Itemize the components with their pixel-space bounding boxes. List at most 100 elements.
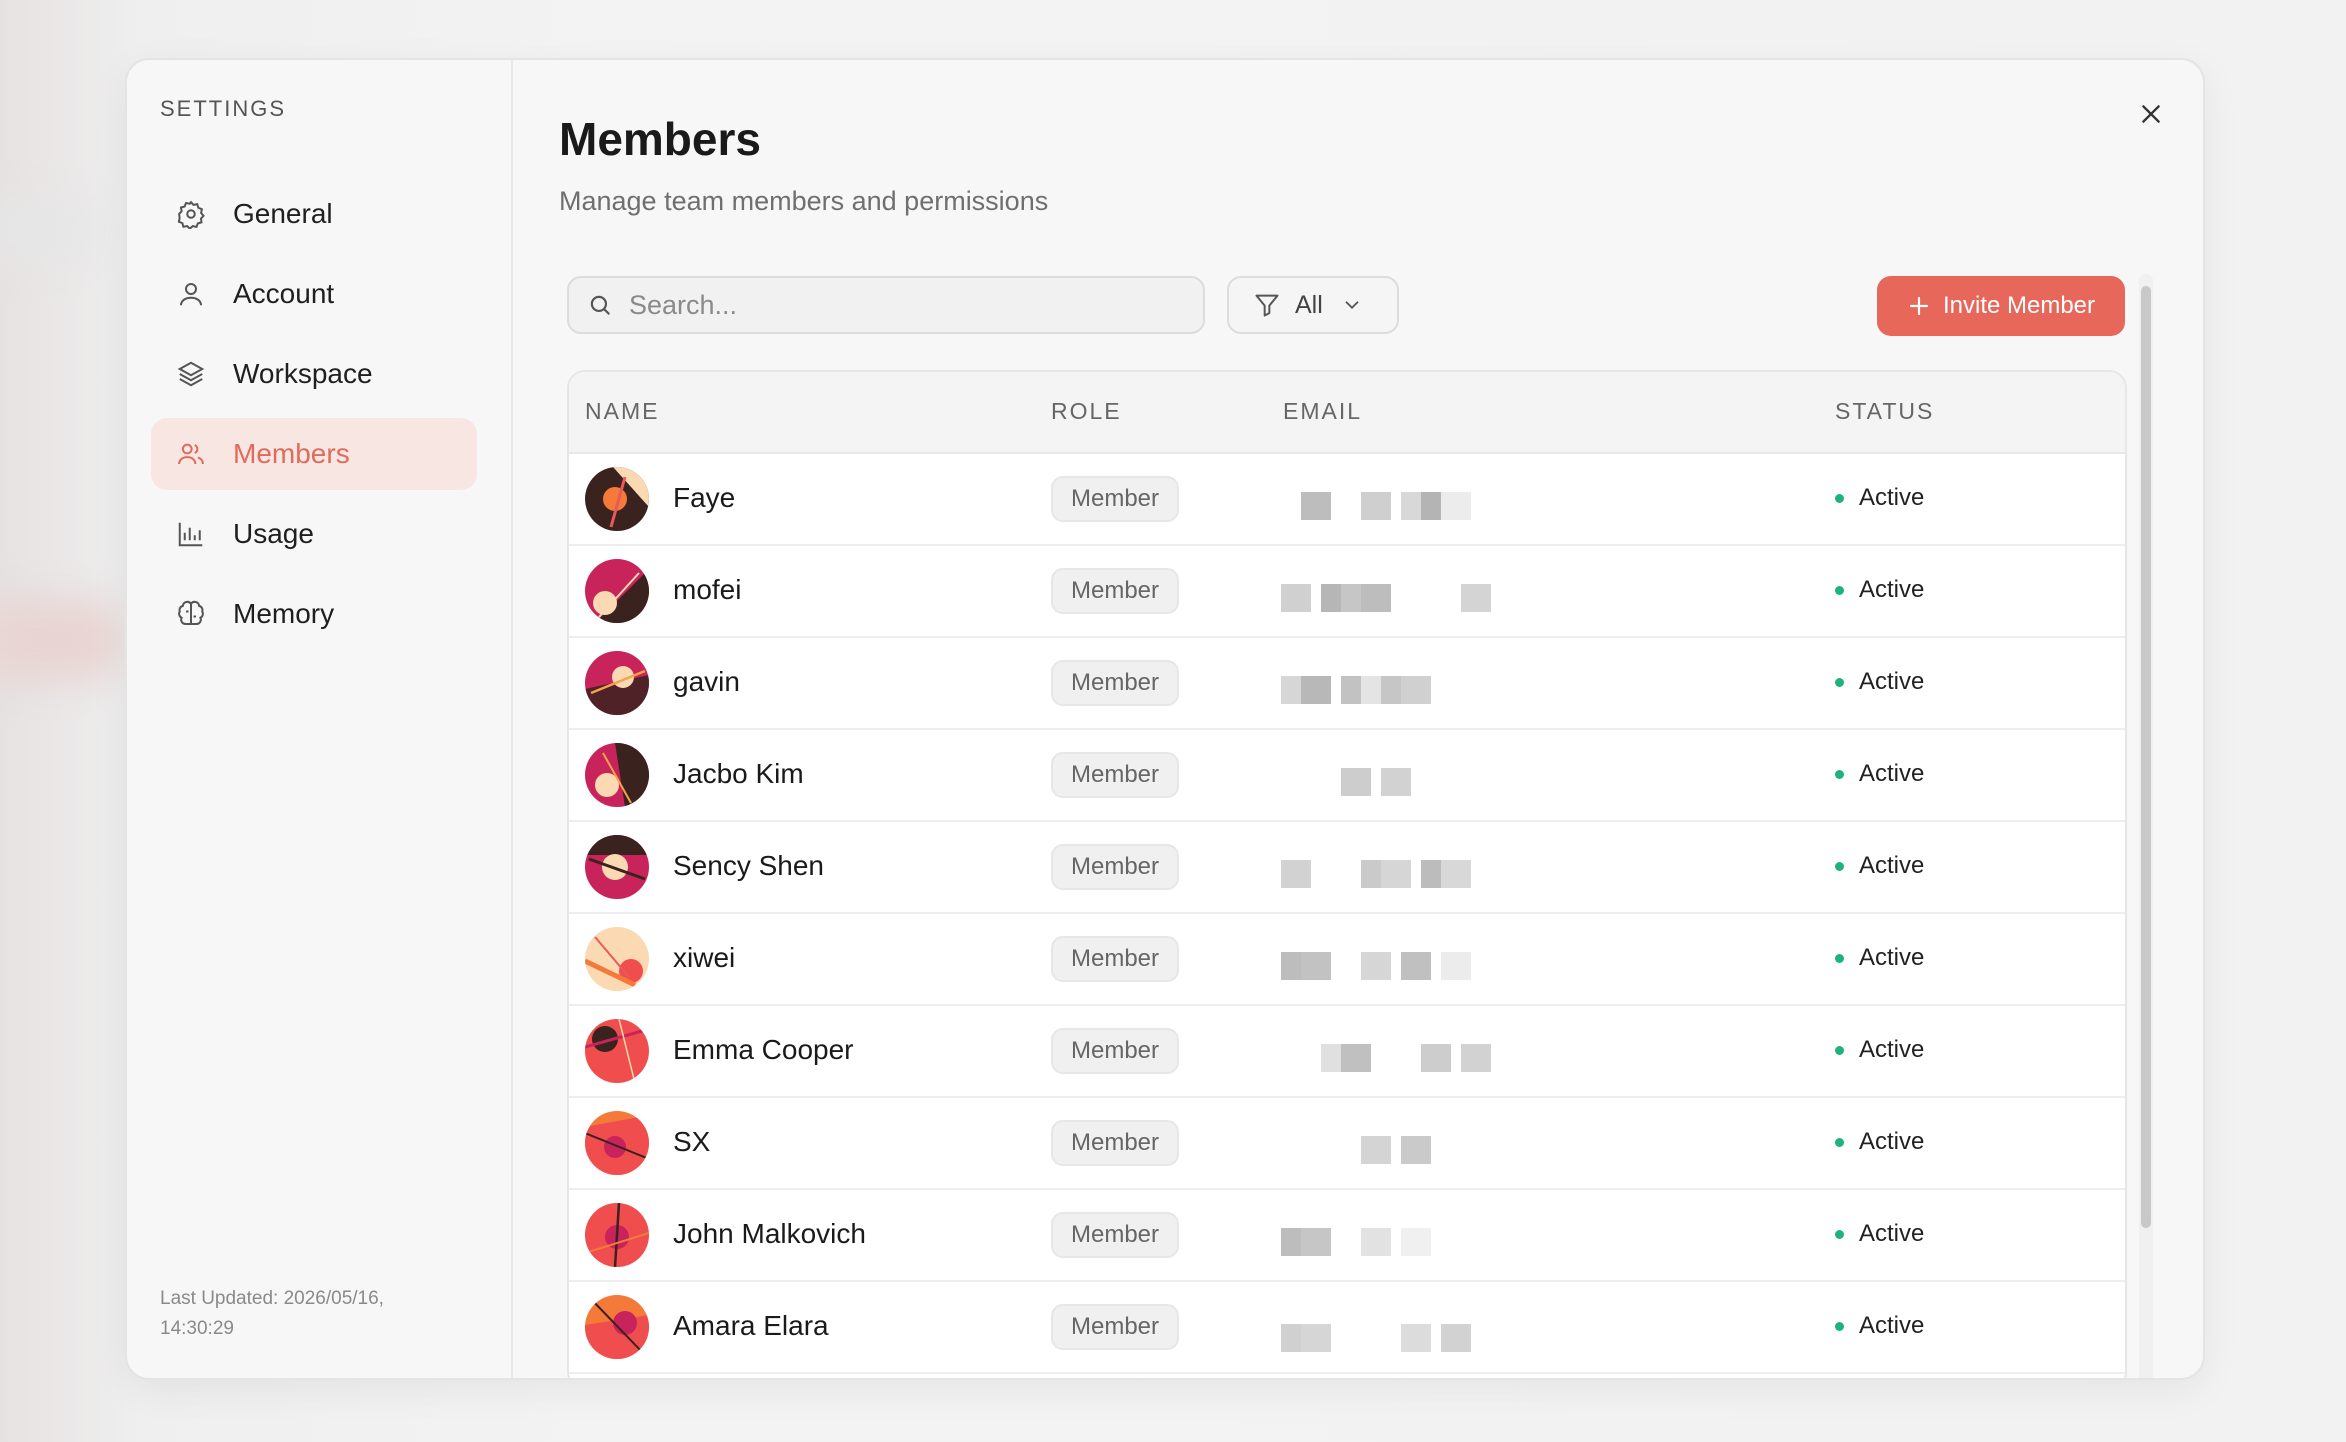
members-table: NAME ROLE EMAIL STATUS Faye Member Activ…: [567, 370, 2127, 1378]
settings-sidebar: SETTINGS General Account Workspace Membe…: [127, 60, 513, 1378]
sidebar-item-memory[interactable]: Memory: [151, 578, 477, 650]
table-row[interactable]: Emma Cooper Member Active: [569, 1006, 2125, 1098]
status-text: Active: [1859, 760, 1925, 787]
email-redacted: [1273, 564, 1653, 618]
gear-icon: [175, 198, 207, 230]
layers-icon: [175, 358, 207, 390]
status-text: Active: [1859, 1220, 1925, 1247]
last-updated-timestamp: Last Updated: 2026/05/16, 14:30:29: [160, 1288, 384, 1339]
column-header-status[interactable]: STATUS: [1835, 398, 1934, 425]
sidebar-item-members[interactable]: Members: [151, 418, 477, 490]
scrollbar-thumb[interactable]: [2141, 286, 2151, 1228]
member-name: Emma Cooper: [673, 1034, 854, 1065]
email-redacted: [1273, 932, 1653, 986]
table-row[interactable]: gavin Member Active: [569, 638, 2125, 730]
invite-member-button[interactable]: Invite Member: [1877, 276, 2125, 336]
table-row[interactable]: Jacbo Kim Member Active: [569, 730, 2125, 822]
email-redacted: [1273, 1024, 1653, 1078]
email-redacted: [1273, 1300, 1653, 1354]
status-badge: Active: [1835, 944, 1924, 972]
page-title: Members: [559, 113, 761, 165]
email-redacted: [1273, 472, 1653, 526]
table-row[interactable]: xiwei Member Active: [569, 914, 2125, 1006]
avatar: [585, 651, 649, 715]
avatar: [585, 1295, 649, 1359]
avatar: [585, 835, 649, 899]
chevron-down-icon: [1345, 301, 1359, 310]
search-input[interactable]: [627, 288, 1191, 322]
status-badge: Active: [1835, 484, 1924, 512]
column-header-role[interactable]: ROLE: [1051, 398, 1122, 425]
bar-chart-icon: [175, 518, 207, 550]
search-icon: [590, 295, 610, 315]
table-row[interactable]: mofei Member Active: [569, 546, 2125, 638]
status-badge: Active: [1835, 668, 1924, 696]
role-badge: Member: [1051, 660, 1180, 706]
status-text: Active: [1859, 1036, 1925, 1063]
member-name: SX: [673, 1126, 711, 1157]
member-name: John Malkovich: [673, 1218, 866, 1249]
sidebar-item-usage[interactable]: Usage: [151, 498, 477, 570]
table-header: NAME ROLE EMAIL STATUS: [569, 372, 2125, 454]
sidebar-item-workspace[interactable]: Workspace: [151, 338, 477, 410]
filter-icon: [1255, 294, 1279, 317]
avatar: [585, 1111, 649, 1175]
status-dot: [1835, 585, 1844, 595]
sidebar-title: SETTINGS: [160, 96, 287, 121]
status-dot: [1835, 769, 1844, 779]
status-badge: Active: [1835, 576, 1924, 604]
member-name: mofei: [673, 574, 742, 605]
user-icon: [175, 278, 207, 310]
status-dot: [1835, 1137, 1844, 1147]
avatar: [585, 743, 649, 807]
settings-modal: SETTINGS General Account Workspace Membe…: [125, 58, 2205, 1380]
table-scrollbar[interactable]: [2139, 274, 2153, 1378]
role-badge: Member: [1051, 936, 1180, 982]
avatar: [585, 467, 649, 531]
status-badge: Active: [1835, 760, 1924, 788]
member-name: xiwei: [673, 942, 736, 973]
member-name: Jacbo Kim: [673, 758, 804, 789]
table-row[interactable]: John Malkovich Member Active: [569, 1190, 2125, 1282]
status-text: Active: [1859, 944, 1925, 971]
status-text: Active: [1859, 1312, 1925, 1339]
sidebar-item-label: Memory: [233, 598, 335, 629]
role-badge: Member: [1051, 1120, 1180, 1166]
status-badge: Active: [1835, 1128, 1924, 1156]
sidebar-item-general[interactable]: General: [151, 178, 477, 250]
close-icon: [2142, 105, 2160, 123]
table-row[interactable]: Sency Shen Member Active: [569, 822, 2125, 914]
status-badge: Active: [1835, 1312, 1924, 1340]
status-text: Active: [1859, 576, 1925, 603]
settings-nav: General Account Workspace Members Usage …: [151, 178, 477, 658]
role-badge: Member: [1051, 844, 1180, 890]
sidebar-item-label: General: [233, 198, 333, 229]
role-badge: Member: [1051, 1212, 1180, 1258]
email-redacted: [1273, 840, 1653, 894]
sidebar-item-label: Members: [233, 438, 350, 469]
table-row[interactable]: Amara Elara Member Active: [569, 1282, 2125, 1374]
avatar: [585, 559, 649, 623]
avatar: [585, 1019, 649, 1083]
column-header-email[interactable]: EMAIL: [1283, 398, 1362, 425]
role-badge: Member: [1051, 1304, 1180, 1350]
status-dot: [1835, 1045, 1844, 1055]
table-row[interactable]: SX Member Active: [569, 1098, 2125, 1190]
role-badge: Member: [1051, 476, 1180, 522]
role-badge: Member: [1051, 752, 1180, 798]
users-icon: [175, 438, 207, 470]
column-header-name[interactable]: NAME: [585, 398, 659, 425]
status-dot: [1835, 861, 1844, 871]
status-dot: [1835, 677, 1844, 687]
invite-member-label: Invite Member: [1942, 292, 2096, 319]
filter-dropdown[interactable]: All: [1227, 276, 1399, 334]
avatar: [585, 927, 649, 991]
sidebar-item-label: Account: [233, 278, 335, 309]
email-redacted: [1273, 1208, 1653, 1262]
sidebar-item-account[interactable]: Account: [151, 258, 477, 330]
status-text: Active: [1859, 852, 1925, 879]
close-button[interactable]: [2131, 94, 2171, 134]
member-name: Faye: [673, 482, 736, 513]
search-box[interactable]: [567, 276, 1205, 334]
table-row[interactable]: Faye Member Active: [569, 454, 2125, 546]
